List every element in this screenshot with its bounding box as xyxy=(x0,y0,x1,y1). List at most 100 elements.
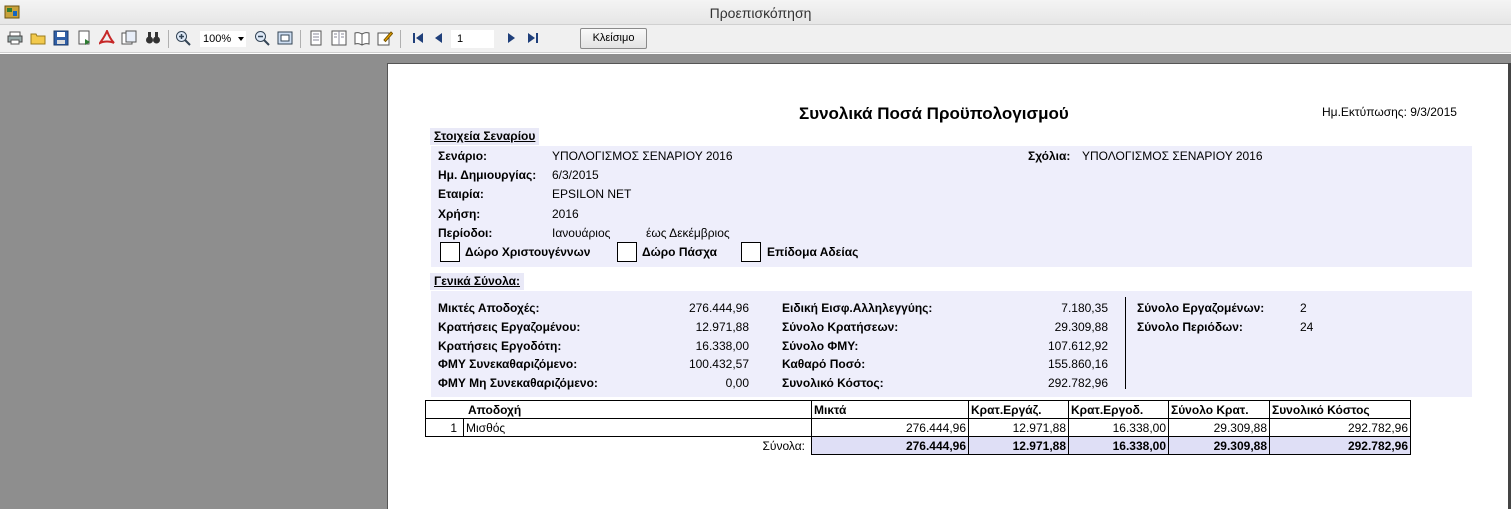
checkbox-label: Δώρο Χριστουγέννων xyxy=(465,245,591,259)
book-view-icon[interactable] xyxy=(354,30,370,46)
total-value: 12.971,88 xyxy=(695,320,749,334)
zoom-value: 100% xyxy=(203,33,232,45)
zoom-select[interactable]: 100% xyxy=(199,30,247,48)
total-value: 2 xyxy=(1300,301,1307,315)
total-label: Σύνολο Περιόδων: xyxy=(1137,320,1243,334)
scenario-value: ΥΠΟΛΟΓΙΣΜΟΣ ΣΕΝΑΡΙΟΥ 2016 xyxy=(552,149,733,163)
created-label: Ημ. Δημιουργίας: xyxy=(438,168,537,182)
year-label: Χρήση: xyxy=(438,207,481,221)
total-value: 29.309,88 xyxy=(1054,320,1108,334)
totals-employee-deductions: 12.971,88 xyxy=(968,436,1069,455)
table-totals-row: Σύνολα: 276.444,96 12.971,88 16.338,00 2… xyxy=(426,436,1411,455)
checkbox-label: Επίδομα Αδείας xyxy=(767,245,859,259)
previous-page-icon[interactable] xyxy=(431,30,447,46)
scenario-label: Σενάριο: xyxy=(438,149,488,163)
totals-total-deductions: 29.309,88 xyxy=(1168,436,1270,455)
checkbox-leave-allowance[interactable] xyxy=(741,242,761,262)
row-number: 1 xyxy=(425,418,464,437)
row-employee-deductions: 12.971,88 xyxy=(968,418,1069,437)
column-header: Αποδοχή xyxy=(425,400,812,419)
zoom-out-icon[interactable] xyxy=(254,30,270,46)
print-icon[interactable] xyxy=(7,30,23,46)
company-value: EPSILON NET xyxy=(552,187,632,201)
total-label: ΦΜΥ Συνεκαθαριζόμενο: xyxy=(438,357,578,371)
comments-value: ΥΠΟΛΟΓΙΣΜΟΣ ΣΕΝΑΡΙΟΥ 2016 xyxy=(1082,149,1263,163)
total-label: Κρατήσεις Εργαζομένου: xyxy=(438,320,581,334)
column-divider xyxy=(1125,297,1126,389)
row-total-deductions: 29.309,88 xyxy=(1168,418,1270,437)
toolbar-separator xyxy=(168,30,169,48)
total-label: Συνολικό Κόστος: xyxy=(782,376,884,390)
print-date: Ημ.Εκτύπωσης: 9/3/2015 xyxy=(1322,105,1457,119)
table-row: 1 Μισθός 276.444,96 12.971,88 16.338,00 … xyxy=(425,418,1411,437)
report-title: Συνολικά Ποσά Προϋπολογισμού xyxy=(799,104,1069,123)
multi-page-icon[interactable] xyxy=(331,30,347,46)
total-label: ΦΜΥ Μη Συνεκαθαριζόμενο: xyxy=(438,376,598,390)
period-from: Ιανουάριος xyxy=(552,226,611,240)
chevron-down-icon xyxy=(238,37,244,41)
total-value: 292.782,96 xyxy=(1047,376,1108,390)
column-header: Κρατ.Εργοδ. xyxy=(1068,400,1169,419)
column-header: Σύνολο Κρατ. xyxy=(1168,400,1270,419)
toolbar: 100% 1 xyxy=(0,25,1511,53)
column-header: Συνολικό Κόστος xyxy=(1269,400,1411,419)
email-icon[interactable] xyxy=(121,30,137,46)
total-value: 100.432,57 xyxy=(688,357,749,371)
total-label: Μικτές Αποδοχές: xyxy=(438,301,540,315)
last-page-icon[interactable] xyxy=(525,30,541,46)
totals-section-label: Γενικά Σύνολα: xyxy=(430,273,525,290)
total-value: 16.338,00 xyxy=(695,339,749,353)
total-value: 24 xyxy=(1300,320,1314,334)
single-page-icon[interactable] xyxy=(308,30,324,46)
total-label: Κρατήσεις Εργοδότη: xyxy=(438,339,562,353)
total-value: 276.444,96 xyxy=(688,301,749,315)
column-header: Μικτά xyxy=(811,400,969,419)
total-value: 155.860,16 xyxy=(1047,357,1108,371)
table-header-row: Αποδοχή Μικτά Κρατ.Εργάζ. Κρατ.Εργοδ. Σύ… xyxy=(425,400,1411,419)
checkbox-easter-bonus[interactable] xyxy=(617,242,637,262)
fit-page-icon[interactable] xyxy=(277,30,293,46)
totals-employer-deductions: 16.338,00 xyxy=(1068,436,1169,455)
total-label: Σύνολο Κρατήσεων: xyxy=(782,320,899,334)
earnings-table: Αποδοχή Μικτά Κρατ.Εργάζ. Κρατ.Εργοδ. Σύ… xyxy=(425,400,1411,455)
pdf-icon[interactable] xyxy=(99,30,115,46)
row-employer-deductions: 16.338,00 xyxy=(1068,418,1169,437)
company-label: Εταιρία: xyxy=(438,187,484,201)
checkbox-label: Δώρο Πάσχα xyxy=(642,245,717,259)
find-icon[interactable] xyxy=(145,30,161,46)
period-to: έως Δεκέμβριος xyxy=(646,226,730,240)
page-number-input[interactable]: 1 xyxy=(451,30,494,48)
total-value: 7.180,35 xyxy=(1061,301,1108,315)
edit-icon[interactable] xyxy=(377,30,393,46)
row-total-cost: 292.782,96 xyxy=(1269,418,1411,437)
scenario-section-label: Στοιχεία Σεναρίου xyxy=(430,128,540,145)
total-value: 107.612,92 xyxy=(1047,339,1108,353)
next-page-icon[interactable] xyxy=(503,30,519,46)
empty-cell xyxy=(426,437,464,455)
row-earning-name: Μισθός xyxy=(463,418,812,437)
total-label: Καθαρό Ποσό: xyxy=(782,357,866,371)
toolbar-separator xyxy=(400,30,401,48)
total-label: Σύνολο ΦΜΥ: xyxy=(782,339,859,353)
column-header: Κρατ.Εργάζ. xyxy=(968,400,1069,419)
toolbar-separator xyxy=(300,30,301,48)
total-label: Ειδική Εισφ.Αλληλεγγύης: xyxy=(782,301,933,315)
close-button[interactable]: Κλείσιμο xyxy=(580,28,647,49)
checkbox-christmas-bonus[interactable] xyxy=(440,242,460,262)
export-icon[interactable] xyxy=(77,30,93,46)
open-folder-icon[interactable] xyxy=(30,30,46,46)
year-value: 2016 xyxy=(552,207,579,221)
created-value: 6/3/2015 xyxy=(552,168,599,182)
total-value: 0,00 xyxy=(725,376,749,390)
window-title: Προεπισκόπηση xyxy=(709,5,812,21)
first-page-icon[interactable] xyxy=(410,30,426,46)
periods-label: Περίοδοι: xyxy=(438,226,493,240)
row-gross: 276.444,96 xyxy=(811,418,969,437)
totals-gross: 276.444,96 xyxy=(811,436,969,455)
zoom-in-icon[interactable] xyxy=(175,30,191,46)
total-label: Σύνολο Εργαζομένων: xyxy=(1137,301,1265,315)
comments-label: Σχόλια: xyxy=(1028,149,1071,163)
totals-total-cost: 292.782,96 xyxy=(1269,436,1411,455)
title-bar: Προεπισκόπηση xyxy=(0,0,1511,25)
save-icon[interactable] xyxy=(53,30,69,46)
